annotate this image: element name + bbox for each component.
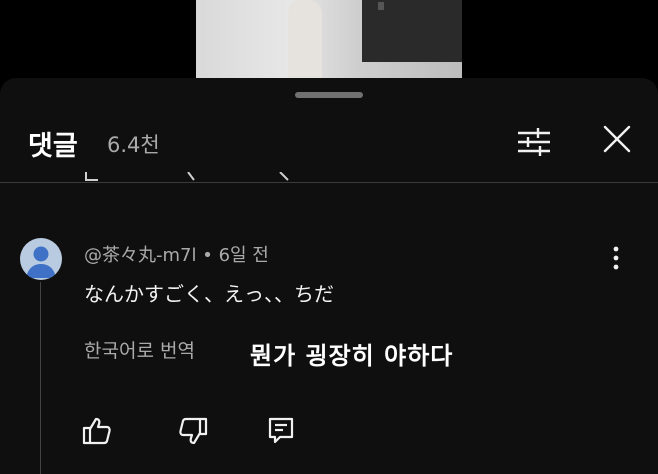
video-frame[interactable] <box>196 0 462 78</box>
comments-header: 댓글 6.4천 <box>0 114 658 168</box>
comment-text: なんかすごく、えっ、、ちだ <box>84 282 334 306</box>
default-avatar-icon <box>26 246 56 278</box>
reply-icon <box>268 417 294 444</box>
drag-handle[interactable] <box>295 92 363 98</box>
header-divider <box>0 182 658 183</box>
like-button[interactable] <box>80 414 114 448</box>
comment-actions <box>80 414 320 448</box>
video-background-panel <box>362 0 462 62</box>
thumb-down-icon <box>179 417 208 445</box>
video-figure <box>288 0 322 78</box>
filter-icon <box>518 128 550 156</box>
comments-sheet: 댓글 6.4천 @茶々丸-m7l • 6일 전 なんかすごく、えっ、、ちだ 한국… <box>0 78 658 474</box>
avatar[interactable] <box>20 238 62 280</box>
close-icon <box>603 125 631 153</box>
thread-line <box>40 282 41 474</box>
close-button[interactable] <box>600 122 634 156</box>
comment-author[interactable]: @茶々丸-m7l <box>84 245 196 266</box>
overlay-translation-caption: 뭔가 굉장히 야하다 <box>250 342 454 370</box>
thumb-up-icon <box>82 417 111 445</box>
translate-link[interactable]: 한국어로 번역 <box>84 336 195 363</box>
comments-count: 6.4천 <box>107 133 160 157</box>
dislike-button[interactable] <box>176 414 210 448</box>
comment-meta: @茶々丸-m7l • 6일 전 <box>84 241 269 267</box>
meta-separator: • <box>202 245 213 266</box>
comment-time[interactable]: 6일 전 <box>219 245 269 266</box>
video-player[interactable] <box>0 0 658 90</box>
reply-button[interactable] <box>264 414 298 448</box>
sort-filter-button[interactable] <box>514 122 554 162</box>
comments-title: 댓글 <box>28 131 78 162</box>
comment-more-button[interactable] <box>604 244 628 272</box>
more-vert-icon <box>613 246 619 270</box>
